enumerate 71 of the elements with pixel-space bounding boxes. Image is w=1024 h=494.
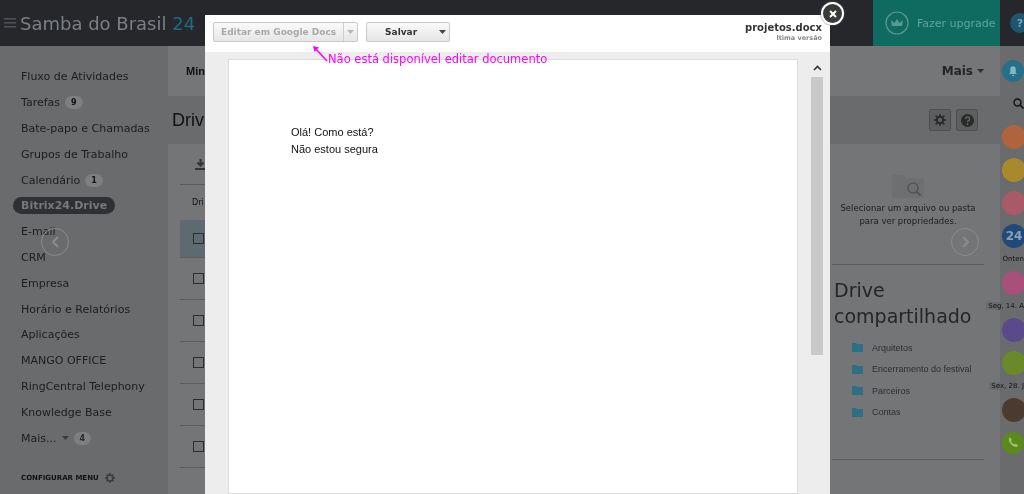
sidebar-item[interactable]: Horário e Relatórios <box>21 302 131 316</box>
brand-logo: Samba do Brasil 24 <box>20 12 196 34</box>
folder-link[interactable]: Arquitetos <box>872 342 913 353</box>
bell-icon <box>1002 59 1024 82</box>
folder-icon <box>852 343 863 353</box>
folder-icon <box>852 364 863 374</box>
scrollbar-thumb[interactable] <box>811 77 823 355</box>
caret-icon <box>61 436 69 441</box>
folder-icon <box>852 386 863 396</box>
sidebar-item[interactable]: Grupos de Trabalho <box>21 147 129 161</box>
checkbox[interactable] <box>193 441 204 452</box>
sidebar-item[interactable]: Aplicações <box>21 328 80 342</box>
upgrade-button[interactable]: Fazer upgrade <box>873 0 1000 46</box>
folder-icon <box>852 407 863 417</box>
sidebar-item[interactable]: Knowledge Base <box>21 405 112 419</box>
counter-badge: 9 <box>65 96 83 110</box>
folder-link[interactable]: Contas <box>872 407 901 418</box>
folder-search-icon <box>892 172 924 198</box>
gear-icon <box>104 472 115 483</box>
nav-tab[interactable]: Min <box>186 65 205 77</box>
sidebar-item[interactable]: MANGO OFFICE <box>21 354 107 368</box>
caret-icon <box>347 30 355 34</box>
help-icon <box>960 113 974 127</box>
avatar[interactable] <box>1002 397 1024 422</box>
more-menu[interactable]: Mais <box>941 64 984 78</box>
avatar[interactable]: 24 <box>1002 223 1024 248</box>
section-title: Drive compartilhado <box>834 278 973 329</box>
checkbox[interactable] <box>193 315 204 326</box>
column-header: Dri <box>191 197 205 209</box>
avatar[interactable] <box>1002 350 1024 375</box>
sidebar-item[interactable]: Fluxo de Atividades <box>21 70 129 84</box>
page-title: Driv <box>172 109 204 131</box>
chevron-left-icon <box>51 236 59 248</box>
checkbox[interactable] <box>193 357 204 368</box>
avatar[interactable] <box>1002 317 1024 342</box>
folder-link[interactable]: Parceiros <box>872 385 910 396</box>
annotation-text: Não está disponível editar documento <box>328 52 548 66</box>
sidebar-item[interactable]: Mais... <box>21 431 57 445</box>
empty-state-text: Selecionar um arquivo ou pasta para ver propriedades. <box>839 202 977 228</box>
help-button[interactable] <box>956 109 978 131</box>
menu-icon <box>4 18 16 28</box>
avatar[interactable] <box>1002 157 1024 182</box>
document-text: Não estou segura <box>291 142 379 157</box>
settings-icon <box>934 114 946 126</box>
search-icon <box>1013 98 1024 109</box>
folder-link[interactable]: Encerramento do festival <box>872 364 972 375</box>
sidebar-item[interactable]: CRM <box>21 250 46 264</box>
checkbox[interactable] <box>193 399 204 410</box>
counter-badge: 4 <box>73 431 92 445</box>
file-name: projetos.docx <box>745 22 822 33</box>
sidebar-item[interactable]: Bate-papo e Chamadas <box>21 122 150 135</box>
sidebar-item[interactable]: Empresa <box>21 276 70 290</box>
sidebar-item[interactable]: Tarefas <box>21 96 61 110</box>
crown-icon <box>885 11 909 35</box>
sidebar-item[interactable]: Calendário <box>21 173 81 187</box>
close-icon <box>828 9 837 18</box>
scroll-up-icon <box>812 65 822 71</box>
annotation-arrow <box>312 45 328 62</box>
sidebar-item[interactable]: RingCentral Telephony <box>21 379 145 393</box>
caret-icon <box>977 69 984 73</box>
caret-icon <box>438 30 446 34</box>
document-text: Olá! Como está? <box>291 125 375 140</box>
checkbox[interactable] <box>193 273 204 284</box>
checkbox[interactable] <box>193 233 204 244</box>
settings-button[interactable] <box>929 109 951 131</box>
counter-badge: 1 <box>85 173 103 187</box>
download-icon <box>195 158 206 170</box>
phone-icon <box>1002 431 1024 454</box>
sidebar-item[interactable]: Bitrix24.Drive <box>13 197 116 215</box>
sidebar-item[interactable]: E-mail <box>21 225 56 239</box>
help-button[interactable]: ? <box>1010 13 1024 33</box>
